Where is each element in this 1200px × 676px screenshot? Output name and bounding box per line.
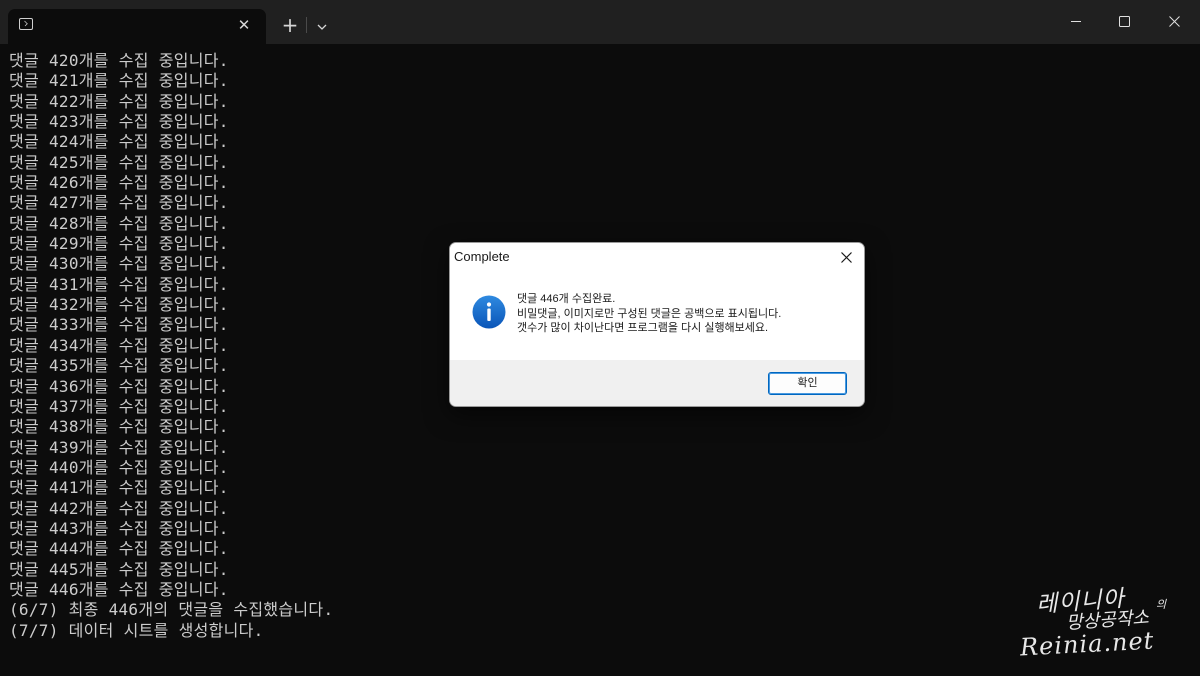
console-line: (7/7) 데이터 시트를 생성합니다. <box>9 620 264 640</box>
watermark-line3: Reinia.net <box>1019 626 1155 662</box>
console-line: 댓글 442개를 수집 중입니다. <box>9 498 229 518</box>
console-icon <box>19 18 33 30</box>
dialog-body: 댓글 446개 수집완료. 비밀댓글, 이미지로만 구성된 댓글은 공백으로 표… <box>450 270 864 360</box>
minimize-button[interactable] <box>1052 0 1100 44</box>
console-line: 댓글 438개를 수집 중입니다. <box>9 417 229 437</box>
console-line: 댓글 443개를 수집 중입니다. <box>9 518 229 538</box>
close-icon <box>841 252 852 263</box>
console-line: 댓글 424개를 수집 중입니다. <box>9 132 229 152</box>
maximize-button[interactable] <box>1100 0 1148 44</box>
ok-button[interactable]: 확인 <box>768 372 847 395</box>
dialog-title: Complete <box>454 249 510 264</box>
console-line: 댓글 426개를 수집 중입니다. <box>9 173 229 193</box>
dialog-title-bar: Complete <box>450 243 864 270</box>
message-box: Complete 댓글 446개 수집완료. 비밀댓글, 이미지로만 구성된 댓… <box>449 242 865 407</box>
maximize-icon <box>1119 16 1130 27</box>
console-line: 댓글 444개를 수집 중입니다. <box>9 539 229 559</box>
console-line: 댓글 446개를 수집 중입니다. <box>9 579 229 599</box>
dialog-message: 댓글 446개 수집완료. 비밀댓글, 이미지로만 구성된 댓글은 공백으로 표… <box>517 292 857 336</box>
console-line: 댓글 421개를 수집 중입니다. <box>9 71 229 91</box>
message-line: 갯수가 많이 차이난다면 프로그램을 다시 실행해보세요. <box>517 322 769 334</box>
console-line: 댓글 422개를 수집 중입니다. <box>9 91 229 111</box>
console-line: 댓글 428개를 수집 중입니다. <box>9 213 229 233</box>
divider <box>306 17 307 33</box>
watermark: 레이니아 의 망상공작소 Reinia.net <box>1019 578 1190 670</box>
minimize-icon <box>1071 21 1081 22</box>
dialog-close-button[interactable] <box>830 245 864 270</box>
chevron-down-icon[interactable] <box>312 13 332 37</box>
close-icon <box>1169 16 1180 27</box>
dialog-footer: 확인 <box>450 360 864 406</box>
close-icon[interactable]: ✕ <box>234 15 254 35</box>
console-line: 댓글 420개를 수집 중입니다. <box>9 51 229 70</box>
console-line: 댓글 439개를 수집 중입니다. <box>9 437 229 457</box>
info-icon <box>472 295 506 329</box>
console-line: (6/7) 최종 446개의 댓글을 수집했습니다. <box>9 600 334 620</box>
message-line: 댓글 446개 수집완료. <box>517 293 616 305</box>
console-line: 댓글 445개를 수집 중입니다. <box>9 559 229 579</box>
console-line: 댓글 441개를 수집 중입니다. <box>9 478 229 498</box>
message-line: 비밀댓글, 이미지로만 구성된 댓글은 공백으로 표시됩니다. <box>517 307 782 320</box>
plus-icon[interactable]: + <box>279 13 301 37</box>
terminal-window: ✕ + 댓글 420개를 수집 중입니다. 댓글 421개를 수집 중입니다. 댓글… <box>0 0 1200 676</box>
close-window-button[interactable] <box>1150 0 1198 44</box>
console-line: 댓글 425개를 수집 중입니다. <box>9 152 229 172</box>
console-line: 댓글 423개를 수집 중입니다. <box>9 112 229 132</box>
console-line: 댓글 440개를 수집 중입니다. <box>9 457 229 477</box>
title-bar: ✕ + <box>0 0 1200 44</box>
console-line: 댓글 427개를 수집 중입니다. <box>9 193 229 213</box>
terminal-tab[interactable]: ✕ <box>8 9 266 44</box>
watermark-small: 의 <box>1156 598 1167 611</box>
